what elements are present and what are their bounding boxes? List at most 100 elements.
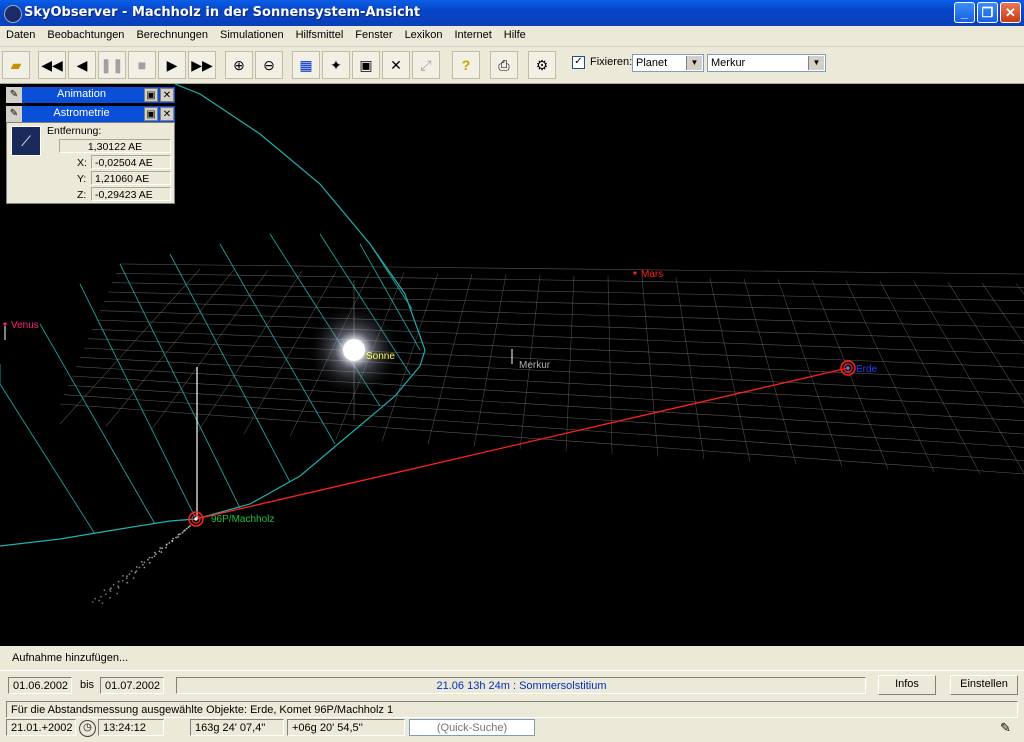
menu-hilfsmittel[interactable]: Hilfsmittel xyxy=(290,26,350,46)
menu-fenster[interactable]: Fenster xyxy=(349,26,398,46)
einstellen-button[interactable]: Einstellen xyxy=(950,675,1018,695)
astrometrie-panel-header[interactable]: ✎ Astrometrie ▣ ✕ xyxy=(6,106,175,122)
restore-icon[interactable]: ▣ xyxy=(144,88,158,102)
help-button[interactable]: ? xyxy=(452,51,480,79)
restore-icon[interactable]: ▣ xyxy=(144,107,158,121)
venus[interactable] xyxy=(3,322,7,326)
tools-icon: ⚙ xyxy=(535,57,549,73)
earth[interactable] xyxy=(846,366,850,370)
menu-hilfe[interactable]: Hilfe xyxy=(498,26,532,46)
date-from-field[interactable]: 01.06.2002 xyxy=(8,677,72,694)
z-label: Z: xyxy=(77,189,87,201)
fast-forward-button[interactable]: ▶▶ xyxy=(188,51,216,79)
play-button[interactable]: ▶ xyxy=(158,51,186,79)
ecliptic-grid-line xyxy=(105,269,235,427)
mars[interactable] xyxy=(633,271,637,275)
comet-tail-particle xyxy=(132,577,135,579)
sun-label: Sonne xyxy=(366,351,395,362)
infos-button[interactable]: Infos xyxy=(878,675,936,695)
animation-panel-header[interactable]: ✎ Animation ▣ ✕ xyxy=(6,87,175,103)
quick-search-input[interactable] xyxy=(409,719,535,736)
app-icon[interactable] xyxy=(4,5,22,23)
ecliptic-grid-line xyxy=(565,275,575,452)
fix-object-select[interactable]: Merkur ▼ xyxy=(707,54,826,72)
comet-tail-particle xyxy=(153,555,156,558)
fix-type-select[interactable]: Planet ▼ xyxy=(632,54,704,72)
comet-tail-particle xyxy=(140,561,143,563)
sun[interactable] xyxy=(343,339,365,361)
pencil-icon[interactable]: ✎ xyxy=(6,87,22,103)
pencil-icon[interactable]: ✎ xyxy=(1000,720,1011,736)
zoom-out-button[interactable]: ⊖ xyxy=(255,51,283,79)
close-icon[interactable]: ✕ xyxy=(160,88,174,102)
chevron-down-icon[interactable]: ▼ xyxy=(686,56,702,70)
printer-icon: ⎙ xyxy=(498,57,510,73)
ecliptic-grid-line xyxy=(1015,283,1024,295)
comet-tail-particle xyxy=(116,592,119,595)
fix-label: Fixieren: xyxy=(590,56,633,68)
step-back-button[interactable]: ◀ xyxy=(68,51,96,79)
grid-button[interactable]: ▦ xyxy=(292,51,320,79)
folder-icon: ▰ xyxy=(10,57,22,73)
stop-button[interactable]: ■ xyxy=(128,51,156,79)
ra-field: 163g 24' 07,4" xyxy=(190,719,284,736)
measure-tool-icon[interactable]: ⟋ xyxy=(11,126,41,156)
observer-button[interactable]: ✦ xyxy=(322,51,350,79)
ecliptic-grid-line xyxy=(709,277,751,462)
animation-panel-title: Animation xyxy=(57,88,106,100)
ecliptic-grid-line xyxy=(981,282,1024,345)
measure-button[interactable]: ⤢ xyxy=(412,51,440,79)
fix-checkbox[interactable]: ✓ xyxy=(572,56,585,69)
menu-lexikon[interactable]: Lexikon xyxy=(399,26,449,46)
record-bar: Aufnahme hinzufügen... xyxy=(0,646,1024,670)
menu-simulationen[interactable]: Simulationen xyxy=(214,26,290,46)
toolbar: ▰ ◀◀ ◀ ❚❚ ■ ▶ ▶▶ ⊕ ⊖ ▦ ✦ ▣ ✕ ⤢ ? ⎙ ⚙ xyxy=(0,47,1024,84)
pencil-icon[interactable]: ✎ xyxy=(6,106,22,122)
comet-label: 96P/Machholz xyxy=(211,514,274,525)
print-button[interactable]: ⎙ xyxy=(490,51,518,79)
comet-tail-particle xyxy=(134,571,137,574)
grid-icon: ▦ xyxy=(299,57,313,73)
comet-tail-particle xyxy=(189,525,191,527)
ecliptic-grid-line xyxy=(107,291,1024,315)
comet-tail-particle xyxy=(109,596,111,599)
y-label: Y: xyxy=(77,173,87,185)
comet[interactable] xyxy=(194,517,198,521)
menu-beobachtungen[interactable]: Beobachtungen xyxy=(41,26,130,46)
mercury-label: Merkur xyxy=(519,360,551,371)
menu-internet[interactable]: Internet xyxy=(448,26,497,46)
settings-tool-button[interactable]: ⚙ xyxy=(528,51,556,79)
comet-tail-particle xyxy=(100,595,102,598)
stop-icon: ■ xyxy=(137,57,147,73)
menu-daten[interactable]: Daten xyxy=(0,26,41,46)
clock-icon[interactable]: ◷ xyxy=(79,720,96,737)
fullscreen-button[interactable]: ▣ xyxy=(352,51,380,79)
close-icon[interactable]: ✕ xyxy=(160,107,174,121)
open-folder-button[interactable]: ▰ xyxy=(2,51,30,79)
comet-tail-particle xyxy=(125,577,128,579)
minimize-button[interactable]: _ xyxy=(954,2,975,23)
ecliptic-grid-line xyxy=(79,357,1024,408)
comet-tail-particle xyxy=(91,601,94,603)
ecliptic-grid-line xyxy=(87,338,1024,381)
record-add-link[interactable]: Aufnahme hinzufügen... xyxy=(12,652,128,664)
event-display: 21.06 13h 24m : Sommersolstitium xyxy=(176,677,866,694)
comet-tail-particle xyxy=(179,533,182,535)
zoom-in-button[interactable]: ⊕ xyxy=(225,51,253,79)
chevron-down-icon[interactable]: ▼ xyxy=(808,56,824,70)
time-range-bar: 01.06.2002 bis 01.07.2002 21.06 13h 24m … xyxy=(0,670,1024,699)
axes-icon: ✕ xyxy=(390,57,402,73)
ecliptic-grid-line xyxy=(473,274,507,447)
x-value: -0,02504 AE xyxy=(91,155,171,169)
close-button[interactable]: ✕ xyxy=(1000,2,1021,23)
pause-button[interactable]: ❚❚ xyxy=(98,51,126,79)
axes-button[interactable]: ✕ xyxy=(382,51,410,79)
fast-rewind-button[interactable]: ◀◀ xyxy=(38,51,66,79)
date-to-field[interactable]: 01.07.2002 xyxy=(100,677,164,694)
comet-tail-particle xyxy=(117,586,120,589)
maximize-button[interactable]: ❐ xyxy=(977,2,998,23)
comet-tail-particle xyxy=(143,561,146,564)
menu-berechnungen[interactable]: Berechnungen xyxy=(130,26,214,46)
comet-orbit-line xyxy=(0,383,96,535)
distance-value: 1,30122 AE xyxy=(59,139,171,153)
